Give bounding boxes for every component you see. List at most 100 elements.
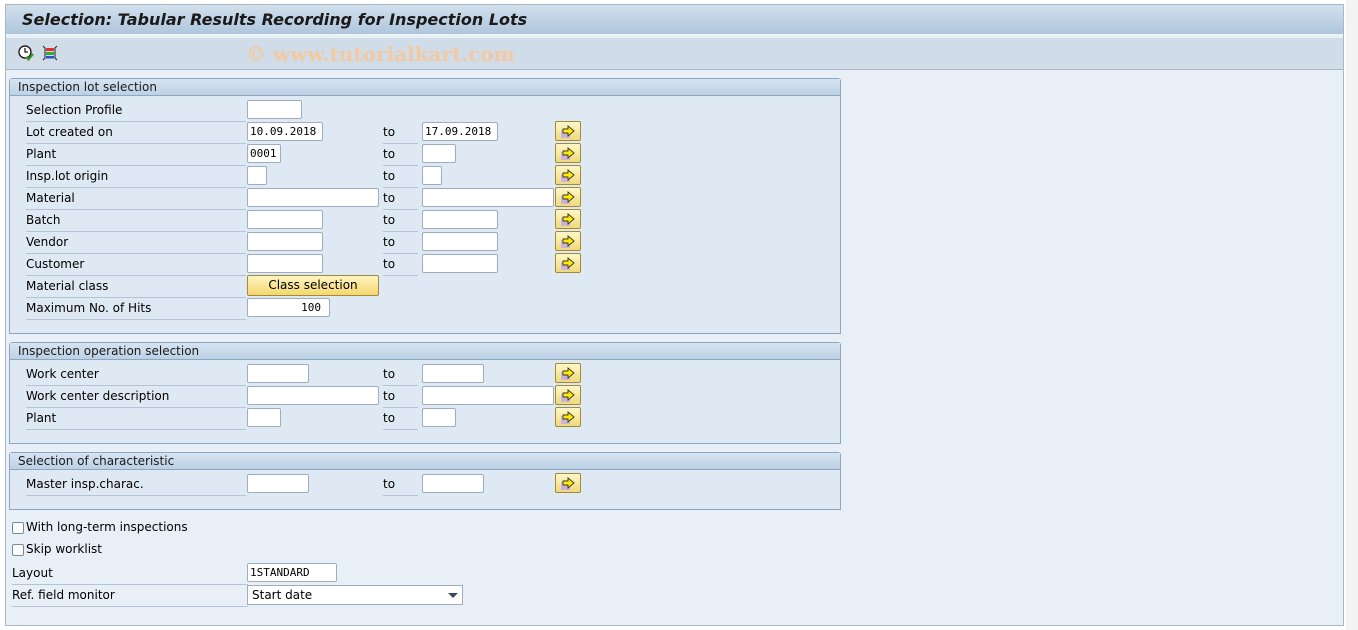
arrow-right-icon [561,147,575,160]
arrow-right-icon [561,125,575,138]
field-row-operation-plant: Plant to [10,407,840,430]
field-label: Batch [26,213,246,232]
field-row-work-center-description: Work center description to [10,385,840,408]
to-label: to [383,477,418,496]
group-inspection-operation-selection: Inspection operation selection Work cent… [9,342,841,444]
checkbox-label: Skip worklist [26,542,102,556]
multiple-selection-button[interactable] [555,363,581,383]
title-bar: Selection: Tabular Results Recording for… [6,5,1343,36]
plant-from-input[interactable]: 0001 [247,144,281,163]
field-label: Selection Profile [26,103,246,122]
field-label: Plant [26,147,246,166]
to-label: to [383,169,418,188]
multiple-selection-button[interactable] [555,165,581,185]
field-row-material: Material to [10,187,840,210]
field-label: Material [26,191,246,210]
to-label: to [383,235,418,254]
skip-worklist-row: Skip worklist [6,540,506,562]
customer-to-input[interactable] [422,254,498,273]
work-center-to-input[interactable] [422,364,484,383]
multiple-selection-button[interactable] [555,473,581,493]
to-label: to [383,411,418,430]
field-label: Customer [26,257,246,276]
to-label: to [383,257,418,276]
multiple-selection-button[interactable] [555,187,581,207]
group-title: Inspection operation selection [10,343,840,360]
field-row-insp-lot-origin: Insp.lot origin to [10,165,840,188]
plant-to-input[interactable] [422,144,456,163]
selection-profile-input[interactable] [247,100,302,119]
watermark: © www.tutorialkart.com [246,42,515,66]
insp-lot-origin-from-input[interactable] [247,166,267,185]
lot-created-to-input[interactable]: 17.09.2018 [422,122,498,141]
multiple-selection-button[interactable] [555,231,581,251]
operation-plant-to-input[interactable] [422,408,456,427]
vendor-to-input[interactable] [422,232,498,251]
ref-field-monitor-select[interactable]: Start date [247,585,463,605]
field-row-max-hits: Maximum No. of Hits 100 [10,297,840,320]
field-label: Master insp.charac. [26,477,246,496]
field-row-batch: Batch to [10,209,840,232]
ref-field-monitor-label: Ref. field monitor [12,588,248,607]
checkbox-label: With long-term inspections [26,520,188,534]
ref-field-monitor-row: Ref. field monitor Start date [6,584,506,607]
to-label: to [383,213,418,232]
to-label: to [383,125,418,144]
arrow-right-icon [561,367,575,380]
group-title: Inspection lot selection [10,79,840,96]
work-center-desc-from-input[interactable] [247,386,379,405]
layout-columns-icon[interactable] [41,44,59,62]
field-label: Maximum No. of Hits [26,301,246,320]
layout-input[interactable]: 1STANDARD [247,563,337,582]
field-row-lot-created-on: Lot created on 10.09.2018 to 17.09.2018 [10,121,840,144]
field-row-customer: Customer to [10,253,840,276]
work-center-desc-to-input[interactable] [422,386,554,405]
batch-to-input[interactable] [422,210,498,229]
multiple-selection-button[interactable] [555,253,581,273]
multiple-selection-button[interactable] [555,385,581,405]
skip-worklist-checkbox[interactable] [12,544,24,556]
material-to-input[interactable] [422,188,554,207]
arrow-right-icon [561,389,575,402]
arrow-right-icon [561,191,575,204]
master-insp-charac-from-input[interactable] [247,474,309,493]
arrow-right-icon [561,235,575,248]
max-hits-input[interactable]: 100 [247,298,330,317]
to-label: to [383,389,418,408]
group-inspection-lot-selection: Inspection lot selection Selection Profi… [9,78,841,334]
layout-row: Layout 1STANDARD [6,562,506,585]
multiple-selection-button[interactable] [555,407,581,427]
multiple-selection-button[interactable] [555,121,581,141]
customer-from-input[interactable] [247,254,323,273]
material-from-input[interactable] [247,188,379,207]
to-label: to [383,367,418,386]
field-row-vendor: Vendor to [10,231,840,254]
layout-label: Layout [12,566,248,585]
field-row-selection-profile: Selection Profile [10,99,840,122]
multiple-selection-button[interactable] [555,209,581,229]
execute-clock-check-icon[interactable] [17,44,35,62]
field-label: Insp.lot origin [26,169,246,188]
long-term-inspections-checkbox[interactable] [12,522,24,534]
field-row-work-center: Work center to [10,363,840,386]
multiple-selection-button[interactable] [555,143,581,163]
group-title: Selection of characteristic [10,453,840,470]
batch-from-input[interactable] [247,210,323,229]
insp-lot-origin-to-input[interactable] [422,166,442,185]
work-center-from-input[interactable] [247,364,309,383]
chevron-down-icon[interactable] [448,593,458,598]
lot-created-from-input[interactable]: 10.09.2018 [247,122,323,141]
arrow-right-icon [561,411,575,424]
field-label: Vendor [26,235,246,254]
main-window: Selection: Tabular Results Recording for… [5,4,1344,626]
field-row-master-insp-charac: Master insp.charac. to [10,473,840,496]
operation-plant-from-input[interactable] [247,408,281,427]
class-selection-button[interactable]: Class selection [247,275,379,296]
arrow-right-icon [561,169,575,182]
field-label: Work center [26,367,246,386]
vendor-from-input[interactable] [247,232,323,251]
application-toolbar: © www.tutorialkart.com [6,38,1343,70]
field-label: Lot created on [26,125,246,144]
master-insp-charac-to-input[interactable] [422,474,484,493]
field-row-material-class: Material class Class selection [10,275,840,298]
